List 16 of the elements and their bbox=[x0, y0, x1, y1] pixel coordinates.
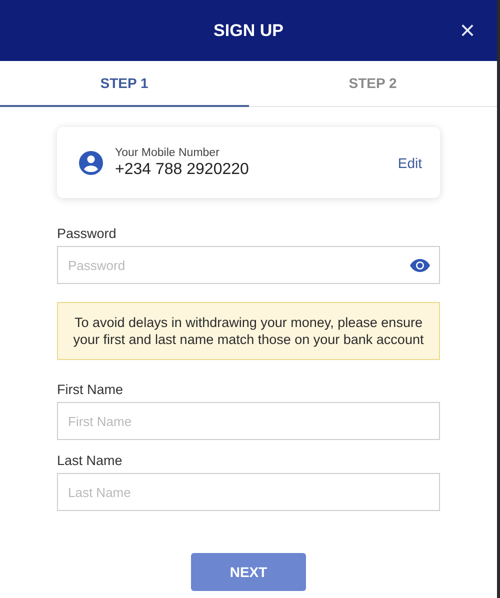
name-field[interactable]: First Name bbox=[57, 402, 440, 440]
field-label: Last Name bbox=[57, 453, 124, 468]
field-label: First Name bbox=[57, 382, 124, 397]
user-icon bbox=[79, 150, 103, 174]
mobile-number: +234 788 2920220 bbox=[115, 160, 250, 178]
name-field[interactable]: Last Name bbox=[57, 473, 440, 511]
eye-icon[interactable] bbox=[410, 259, 430, 272]
name-notice: To avoid delays in withdrawing your money, please ensure your first and last name match those on your bank account bbox=[57, 302, 440, 360]
step-tab[interactable]: STEP 1 bbox=[0, 61, 248, 107]
mobile-number-label: Your Mobile Number bbox=[115, 146, 220, 158]
field-label: Password bbox=[57, 226, 118, 241]
password-field[interactable]: Password bbox=[57, 246, 440, 284]
close-button[interactable]: × bbox=[456, 15, 479, 45]
edit-link[interactable]: Edit bbox=[398, 154, 422, 170]
step-tab[interactable]: STEP 2 bbox=[248, 61, 497, 107]
window-title: SIGN UP bbox=[214, 20, 284, 40]
